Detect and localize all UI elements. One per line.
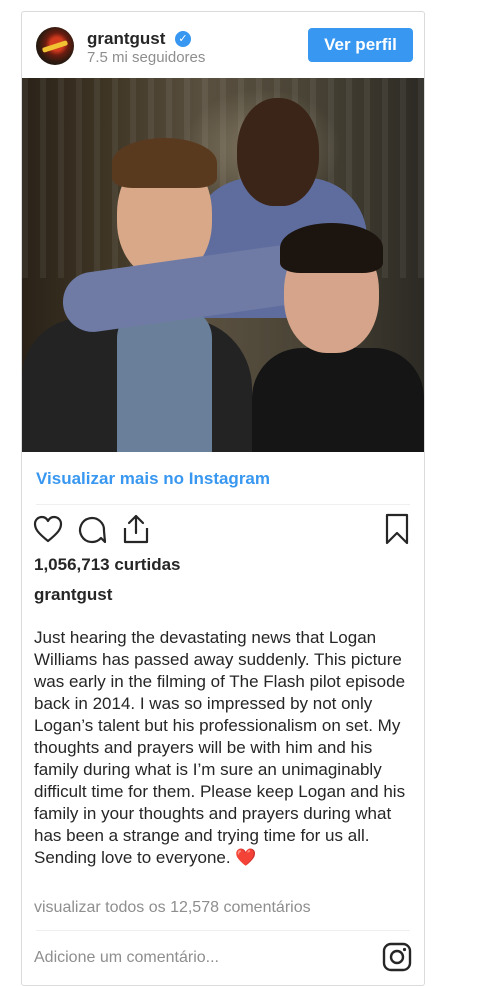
divider [36,930,410,931]
photo-person-right-hair [280,223,383,273]
divider [36,504,410,505]
heart-emoji: ❤️ [235,848,257,867]
photo-person-right-body [252,348,424,452]
like-count[interactable]: 1,056,713 curtidas [34,555,180,575]
post-caption: Just hearing the devastating news that L… [34,627,412,869]
photo-person-left-hair [112,138,217,188]
comment-icon[interactable] [77,515,107,545]
heart-icon[interactable] [33,515,63,543]
share-icon[interactable] [121,513,151,545]
bookmark-icon[interactable] [384,513,410,545]
comment-input[interactable] [34,944,374,972]
view-more-on-instagram-link[interactable]: Visualizar mais no Instagram [36,469,270,489]
avatar[interactable] [36,27,74,65]
post-photo[interactable] [22,78,424,452]
post-header: grantgust ✓ 7.5 mi seguidores Ver perfil [22,12,424,78]
follower-count: 7.5 mi seguidores [87,49,206,66]
instagram-embed-card: grantgust ✓ 7.5 mi seguidores Ver perfil… [21,11,425,986]
view-all-comments-link[interactable]: visualizar todos os 12,578 comentários [34,899,311,917]
caption-author[interactable]: grantgust [34,585,112,605]
photo-person-center-head [237,98,319,206]
photo-person-left-shirt [117,308,212,452]
verified-badge-icon: ✓ [175,31,191,47]
view-profile-button[interactable]: Ver perfil [308,28,413,62]
caption-text: Just hearing the devastating news that L… [34,628,406,867]
instagram-logo-icon[interactable] [382,942,412,972]
username[interactable]: grantgust [87,29,165,49]
